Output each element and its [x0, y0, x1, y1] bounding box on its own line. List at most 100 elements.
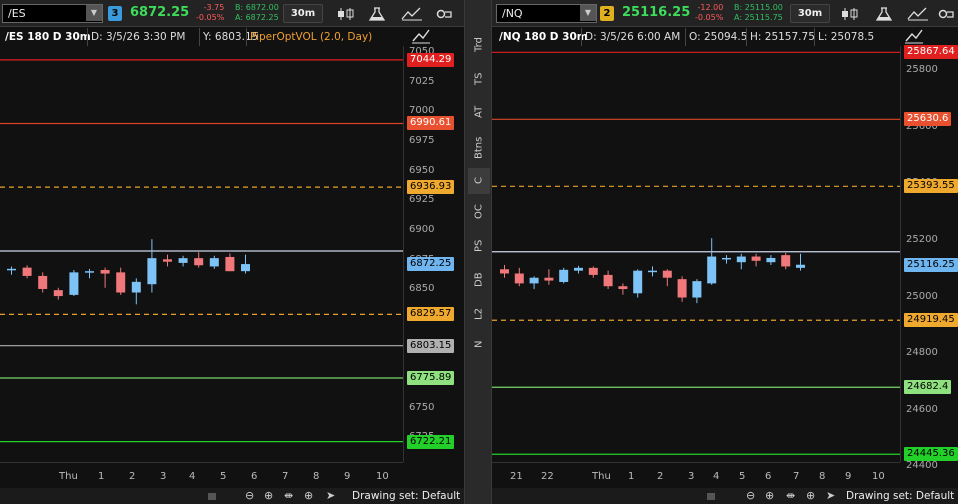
chart-settings-icon[interactable] — [432, 4, 458, 23]
bid-price: B: 25115.00 — [734, 3, 783, 12]
studies-flask-icon[interactable] — [364, 4, 390, 23]
zoom-in-icon[interactable]: ⊕ — [264, 489, 273, 502]
side-tab-n[interactable]: N — [468, 334, 490, 354]
chart-settings-icon[interactable] — [934, 4, 958, 23]
price-axis[interactable]: 7050702570006975695069256900687568506825… — [403, 46, 464, 462]
price-level-tag: 6722.21 — [407, 434, 455, 449]
side-tab-at[interactable]: AT — [468, 98, 490, 126]
crosshair-icon[interactable]: ⊕ — [304, 489, 313, 502]
candle-body — [781, 255, 791, 267]
net-change-value: -12.00 — [697, 3, 724, 12]
candle-body — [85, 271, 94, 273]
info-open: O: 25094.5 — [685, 28, 750, 46]
info-high: H: 25157.75 — [746, 28, 818, 46]
zoom-out-icon[interactable]: ⊖ — [746, 489, 755, 502]
side-tab-db[interactable]: DB — [468, 266, 490, 294]
candle-body — [69, 272, 79, 295]
candle-body — [116, 272, 126, 293]
candle-body — [147, 258, 157, 285]
price-chart-area[interactable] — [0, 46, 403, 462]
drawing-tools-icon[interactable] — [411, 28, 437, 45]
drawings-icon[interactable] — [398, 4, 424, 23]
price-axis-tick: 25000 — [906, 290, 938, 302]
symbol-dropdown-icon[interactable]: ▼ — [86, 5, 102, 21]
chart-panel-es: /ES ▼ 3 6872.25 -3.75 -0.05% B: 6872.00 … — [0, 0, 464, 504]
info-title: /ES 180 D 30m — [5, 31, 91, 43]
cursor-icon[interactable]: ➤ — [326, 489, 335, 502]
side-tab-ts[interactable]: TS — [468, 64, 490, 94]
drawings-icon[interactable] — [904, 4, 930, 23]
candle-body — [766, 257, 776, 263]
symbol-link-badge[interactable]: 3 — [108, 6, 122, 21]
info-date: D: 3/5/26 3:30 PM — [87, 28, 188, 46]
chart-style-icon[interactable] — [333, 4, 359, 23]
info-title: /NQ 180 D 30m — [499, 31, 588, 43]
drawing-set-label[interactable]: Drawing set: Default — [352, 490, 460, 502]
time-axis-label: 8 — [819, 471, 826, 482]
side-tab-btns[interactable]: Btns — [468, 130, 490, 166]
symbol-dropdown-icon[interactable]: ▼ — [580, 5, 596, 21]
side-tab-oc[interactable]: OC — [468, 198, 490, 226]
chart-panel-nq: /NQ ▼ 2 25116.25 -12.00 -0.05% B: 25115.… — [492, 0, 958, 504]
candle-body — [618, 286, 628, 290]
zoom-out-icon[interactable]: ⊖ — [245, 489, 254, 502]
price-axis-tick: 6925 — [409, 194, 435, 206]
candle-body — [588, 267, 598, 275]
timeframe-button[interactable]: 30m — [283, 4, 323, 23]
time-axis-label: 6 — [765, 471, 772, 482]
candle-body — [500, 269, 509, 274]
timeframe-button[interactable]: 30m — [790, 4, 830, 23]
horizontal-scrollbar[interactable] — [707, 493, 715, 500]
drawing-set-label[interactable]: Drawing set: Default — [846, 490, 954, 502]
chart-footer: ⊖ ⊕ ⇼ ⊕ ➤ Drawing set: Default — [0, 488, 464, 504]
price-level-tag: 25116.25 — [904, 257, 958, 272]
cursor-icon[interactable]: ➤ — [826, 489, 835, 502]
side-tab-c[interactable]: C — [468, 168, 490, 194]
side-tab-trd[interactable]: Trd — [468, 30, 490, 60]
symbol-text: /NQ — [502, 7, 523, 20]
price-axis-tick: 6850 — [409, 283, 435, 295]
side-tab-ps[interactable]: PS — [468, 232, 490, 260]
zoom-in-icon[interactable]: ⊕ — [765, 489, 774, 502]
ask-price: A: 25115.75 — [734, 13, 783, 22]
drawing-tools-icon[interactable] — [904, 28, 930, 45]
price-axis[interactable]: 2580025600254002520025000248002460024400… — [900, 45, 958, 471]
info-date: D: 3/5/26 6:00 AM — [581, 28, 683, 46]
time-axis-label: 10 — [872, 471, 885, 482]
price-axis-tick: 6950 — [409, 164, 435, 176]
price-level-tag: 24445.36 — [904, 447, 958, 462]
time-axis-label: 4 — [189, 471, 196, 482]
chart-header: /NQ ▼ 2 25116.25 -12.00 -0.05% B: 25115.… — [492, 0, 958, 27]
candle-body — [178, 258, 188, 263]
crosshair-icon[interactable]: ⊕ — [806, 489, 815, 502]
last-price: 6872.25 — [130, 5, 190, 20]
study-label[interactable]: PiperOptVOL (2.0, Day) — [246, 28, 375, 46]
last-price: 25116.25 — [622, 5, 691, 20]
candle-body — [7, 268, 16, 271]
time-axis-label: 4 — [713, 471, 720, 482]
net-change: -12.00 -0.05% — [695, 3, 723, 23]
price-chart-area[interactable] — [492, 46, 900, 462]
horizontal-scrollbar[interactable] — [208, 493, 216, 500]
net-change-pct: -0.05% — [695, 13, 724, 22]
chart-style-icon[interactable] — [837, 4, 863, 23]
pan-icon[interactable]: ⇼ — [786, 489, 795, 502]
studies-flask-icon[interactable] — [871, 4, 897, 23]
price-level-tag: 6872.25 — [407, 256, 455, 271]
symbol-link-badge[interactable]: 2 — [600, 6, 614, 21]
price-axis-tick: 25200 — [906, 234, 938, 245]
side-tab-l2[interactable]: L2 — [468, 300, 490, 328]
time-axis-label: 21 — [510, 471, 523, 482]
time-axis-label: 2 — [129, 471, 136, 482]
candle-body — [38, 275, 48, 289]
time-axis[interactable]: 21 22 Thu 1 2 3 4 5 6 7 8 9 10 — [492, 462, 900, 488]
candle-body — [131, 281, 141, 293]
price-axis-tick: 6900 — [409, 223, 435, 235]
candle-body — [751, 256, 761, 261]
time-axis[interactable]: Thu 1 2 3 4 5 6 7 8 9 10 — [0, 462, 403, 488]
price-level-tag: 6990.61 — [407, 116, 455, 131]
time-axis-label: 7 — [282, 471, 289, 482]
ask-price: A: 6872.25 — [235, 13, 279, 22]
price-axis-tick: 24600 — [906, 403, 938, 415]
pan-icon[interactable]: ⇼ — [284, 489, 293, 502]
